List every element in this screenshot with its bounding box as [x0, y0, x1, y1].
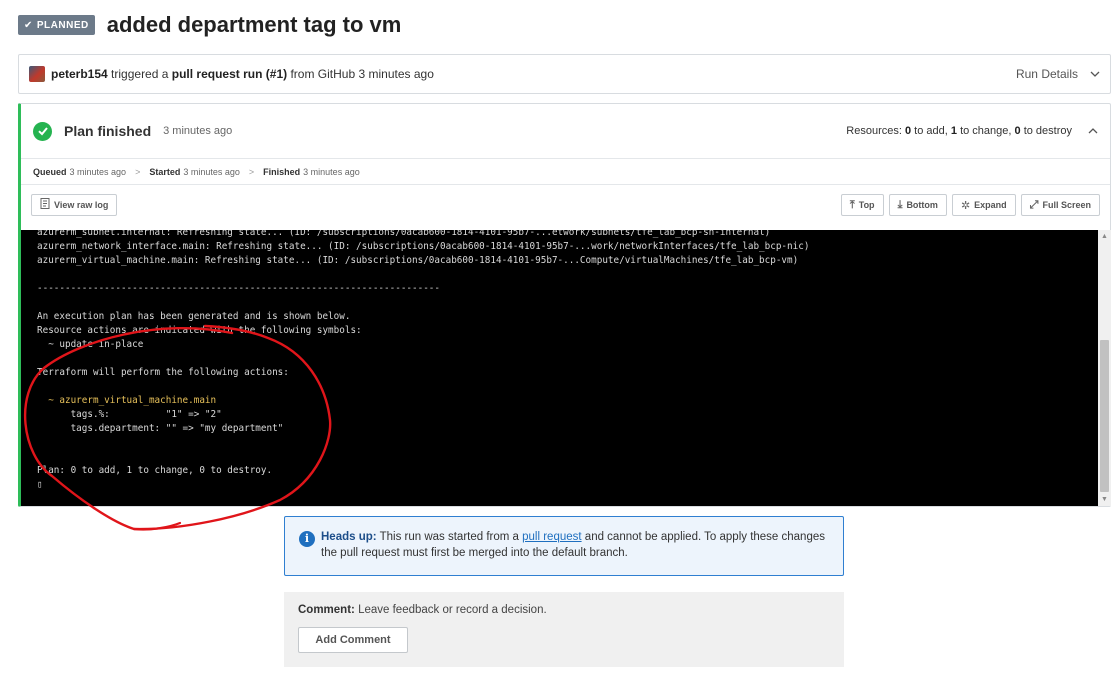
trigger-user[interactable]: peterb154 [51, 67, 108, 81]
scroll-up-icon[interactable]: ▲ [1098, 230, 1111, 243]
comment-section: Comment: Leave feedback or record a deci… [284, 592, 844, 667]
check-circle-icon [33, 121, 52, 141]
started-label: Started [149, 166, 181, 177]
expand-button[interactable]: ✲ Expand [951, 194, 1016, 216]
queued-label: Queued [33, 166, 67, 177]
log-terminal[interactable]: azurerm_subnet.internal: Refreshing stat… [21, 230, 1111, 506]
check-icon: ✔ [24, 19, 33, 31]
chevron-down-icon [1090, 69, 1100, 80]
heads-up-notice: i Heads up: This run was started from a … [284, 516, 844, 576]
finished-label: Finished [263, 166, 301, 177]
full-screen-button[interactable]: ⤢ Full Screen [1020, 194, 1100, 216]
trigger-run-label: pull request run (#1) [171, 67, 288, 81]
scroll-down-icon[interactable]: ▼ [1098, 493, 1111, 506]
plan-status: Plan finished [64, 123, 152, 139]
chevron-right-icon: > [248, 166, 255, 177]
plan-timeline: Queued 3 minutes ago > Started 3 minutes… [21, 159, 1110, 185]
plan-panel: Plan finished 3 minutes ago Resources: 0… [18, 103, 1111, 507]
chevron-up-icon[interactable] [1088, 125, 1098, 137]
log-line: ~ update in-place [37, 339, 144, 350]
trigger-source: from GitHub 3 minutes ago [290, 67, 434, 81]
info-icon: i [299, 531, 315, 547]
notice-heading: Heads up: [321, 531, 377, 543]
title-row: ✔ PLANNED added department tag to vm [18, 12, 401, 38]
log-line: Terraform will perform the following act… [37, 367, 289, 378]
log-line: ~ azurerm_virtual_machine.main [37, 395, 217, 406]
arrow-down-icon: ⤓ [897, 198, 903, 211]
log-toolbar: View raw log ⤒ Top ⤓ Bottom ✲ Expand ⤢ F… [21, 185, 1110, 225]
resources-summary: Resources: 0 to add, 1 to change, 0 to d… [846, 125, 1072, 137]
log-line: ----------------------------------------… [37, 283, 440, 294]
chevron-right-icon: > [135, 166, 141, 177]
arrow-up-icon: ⤒ [849, 198, 855, 211]
log-line: tags.%: "1" => "2" [37, 409, 222, 420]
notice-text-before: This run was started from a [379, 531, 519, 543]
finished-time: 3 minutes ago [303, 166, 360, 177]
trigger-action: triggered a [111, 67, 169, 81]
log-line: Resource actions are indicated with the … [37, 325, 362, 336]
expand-icon: ✲ [960, 199, 971, 212]
log-view-buttons: ⤒ Top ⤓ Bottom ✲ Expand ⤢ Full Screen [840, 194, 1100, 216]
log-scrollbar[interactable]: ▲ ▼ [1098, 230, 1111, 506]
top-button[interactable]: ⤒ Top [840, 194, 884, 216]
log-line: ▯ [37, 479, 43, 490]
run-trigger-bar: peterb154 triggered a pull request run (… [18, 54, 1111, 94]
log-line: azurerm_network_interface.main: Refreshi… [37, 241, 810, 252]
log-line: azurerm_virtual_machine.main: Refreshing… [37, 255, 799, 266]
document-icon [40, 198, 50, 212]
add-comment-button[interactable]: Add Comment [298, 627, 408, 653]
log-output: azurerm_subnet.internal: Refreshing stat… [37, 230, 809, 492]
view-raw-log-button[interactable]: View raw log [31, 194, 118, 216]
plan-time: 3 minutes ago [163, 125, 233, 137]
log-line: An execution plan has been generated and… [37, 311, 351, 322]
log-line: Plan: 0 to add, 1 to change, 0 to destro… [37, 465, 273, 476]
log-line: azurerm_subnet.internal: Refreshing stat… [37, 230, 771, 238]
run-details-toggle[interactable]: Run Details [1016, 67, 1100, 81]
status-badge-label: PLANNED [36, 19, 89, 31]
queued-time: 3 minutes ago [69, 166, 127, 177]
fullscreen-icon: ⤢ [1029, 198, 1039, 211]
comment-prompt: Comment: Leave feedback or record a deci… [298, 604, 547, 616]
scrollbar-thumb[interactable] [1100, 340, 1109, 492]
log-line: tags.department: "" => "my department" [37, 423, 284, 434]
bottom-button[interactable]: ⤓ Bottom [888, 194, 947, 216]
status-badge: ✔ PLANNED [18, 15, 95, 35]
started-time: 3 minutes ago [183, 166, 240, 177]
pull-request-link[interactable]: pull request [522, 531, 581, 543]
page-title: added department tag to vm [106, 12, 402, 37]
run-details-label: Run Details [1015, 67, 1078, 81]
plan-header[interactable]: Plan finished 3 minutes ago Resources: 0… [21, 104, 1110, 159]
avatar [29, 66, 45, 82]
